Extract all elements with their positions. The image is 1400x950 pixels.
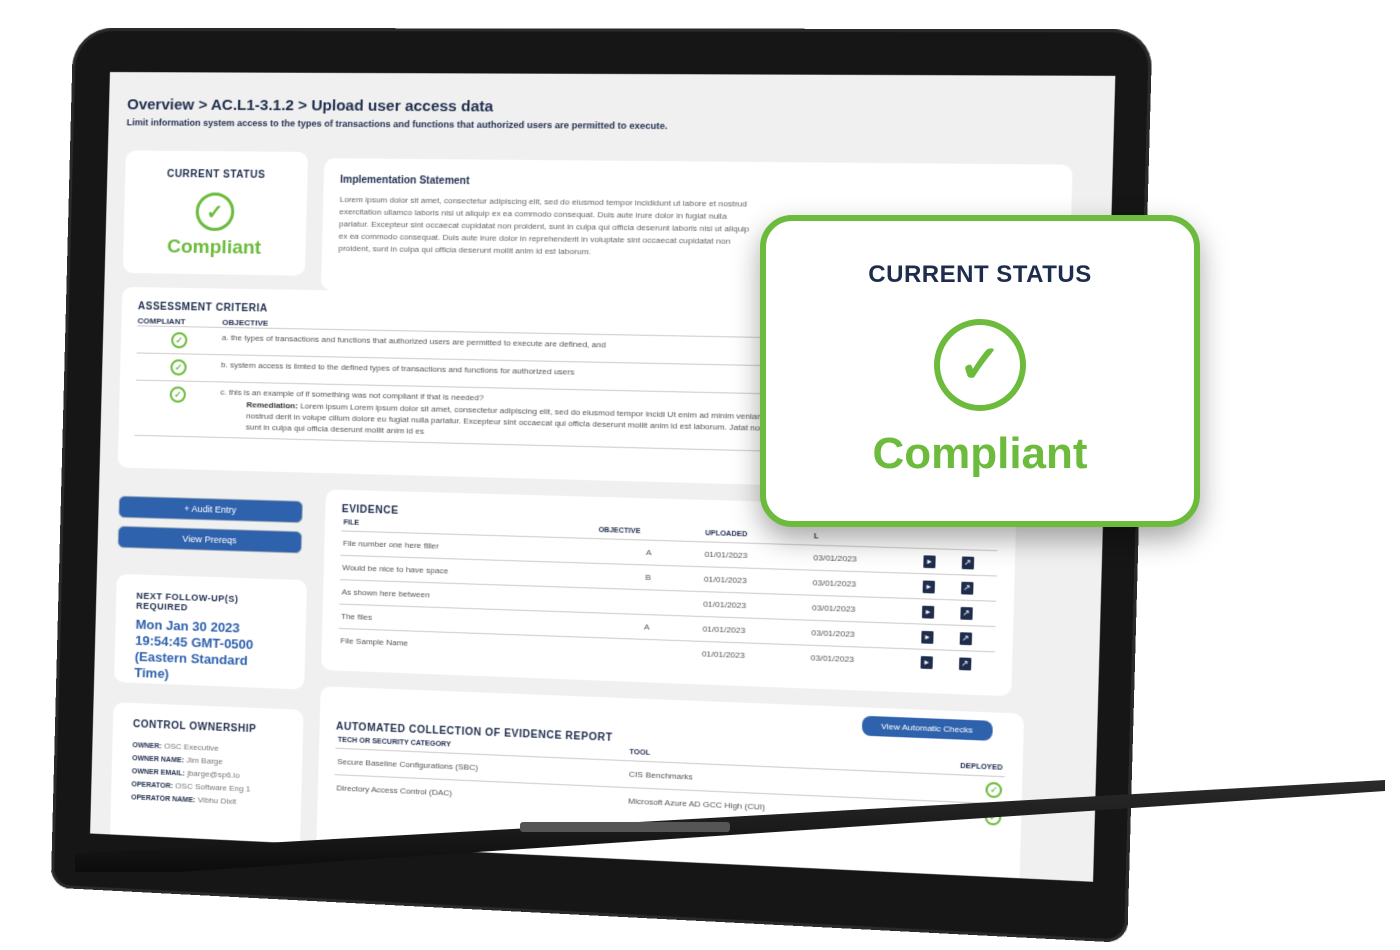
follow-up-card: NEXT FOLLOW-UP(S) REQUIRED Mon Jan 30 20… <box>114 574 307 690</box>
check-circle-icon: ✓ <box>170 359 187 375</box>
status-label: CURRENT STATUS <box>125 168 307 181</box>
breadcrumb[interactable]: Overview > AC.L1-3.1.2 > Upload user acc… <box>127 96 1095 119</box>
open-external-icon[interactable]: ↗ <box>961 581 973 594</box>
uploaded-date: 01/01/2023 <box>701 567 810 595</box>
view-prereqs-button[interactable]: View Prereqs <box>118 526 303 554</box>
objective: A <box>595 539 702 567</box>
check-circle-icon: ✓ <box>985 782 1002 799</box>
col-compliant: COMPLIANT <box>137 316 222 327</box>
implementation-text: Lorem ipsum dolor sit amet, consectetur … <box>338 194 760 261</box>
last-date: 03/01/2023 <box>811 545 922 574</box>
file-export-icon[interactable]: ▸ <box>923 555 935 568</box>
open-external-icon[interactable]: ↗ <box>960 606 972 619</box>
operator-name-field: OPERATOR NAME: Vibhu Dixit <box>131 792 281 808</box>
ownership-title: CONTROL OWNERSHIP <box>133 719 283 736</box>
file-export-icon[interactable]: ▸ <box>923 580 935 593</box>
last-date: 03/01/2023 <box>808 645 919 674</box>
open-external-icon[interactable]: ↗ <box>958 657 970 670</box>
file-export-icon[interactable]: ▸ <box>921 656 933 669</box>
check-circle-icon: ✓ <box>934 319 1026 411</box>
file-export-icon[interactable]: ▸ <box>921 630 933 643</box>
last-date: 03/01/2023 <box>810 570 921 599</box>
current-status-callout: CURRENT STATUS ✓ Compliant <box>760 215 1200 527</box>
follow-up-title: NEXT FOLLOW-UP(S) REQUIRED <box>136 591 286 616</box>
check-circle-icon: ✓ <box>195 192 234 231</box>
last-date: 03/01/2023 <box>810 595 921 624</box>
callout-value: Compliant <box>766 429 1194 479</box>
last-date: 03/01/2023 <box>809 620 920 649</box>
open-external-icon[interactable]: ↗ <box>959 632 971 645</box>
check-circle-icon: ✓ <box>171 332 188 348</box>
view-automatic-checks-button[interactable]: View Automatic Checks <box>861 716 993 741</box>
uploaded-date: 01/01/2023 <box>699 641 808 670</box>
objective: A <box>593 613 700 642</box>
remediation-label: Remediation: <box>246 400 298 410</box>
objective: B <box>595 563 702 591</box>
criteria-text: a. the types of transactions and functio… <box>221 333 605 357</box>
page-subtitle: Limit information system access to the t… <box>127 117 1094 134</box>
file-export-icon[interactable]: ▸ <box>922 605 934 618</box>
current-status-card: CURRENT STATUS ✓ Compliant <box>123 150 308 275</box>
evidence-table: FILE OBJECTIVE UPLOADED L File number one h… <box>338 515 998 677</box>
uploaded-date: 01/01/2023 <box>701 592 810 621</box>
check-circle-icon: ✓ <box>170 386 187 402</box>
follow-up-date: Mon Jan 30 2023 19:54:45 GMT-0500 (Easte… <box>134 617 285 687</box>
uploaded-date: 01/01/2023 <box>702 542 812 570</box>
status-value: Compliant <box>123 236 306 261</box>
objective <box>594 588 701 616</box>
audit-entry-button[interactable]: + Audit Entry <box>118 496 303 524</box>
col-objective: OBJECTIVE <box>222 318 268 328</box>
implementation-title: Implementation Statement <box>340 175 1054 194</box>
uploaded-date: 01/01/2023 <box>700 616 809 645</box>
open-external-icon[interactable]: ↗ <box>961 556 973 569</box>
objective <box>593 638 700 667</box>
criteria-text: b. system access is limted to the define… <box>221 360 575 384</box>
laptop-hinge <box>520 822 730 832</box>
callout-label: CURRENT STATUS <box>766 261 1194 289</box>
